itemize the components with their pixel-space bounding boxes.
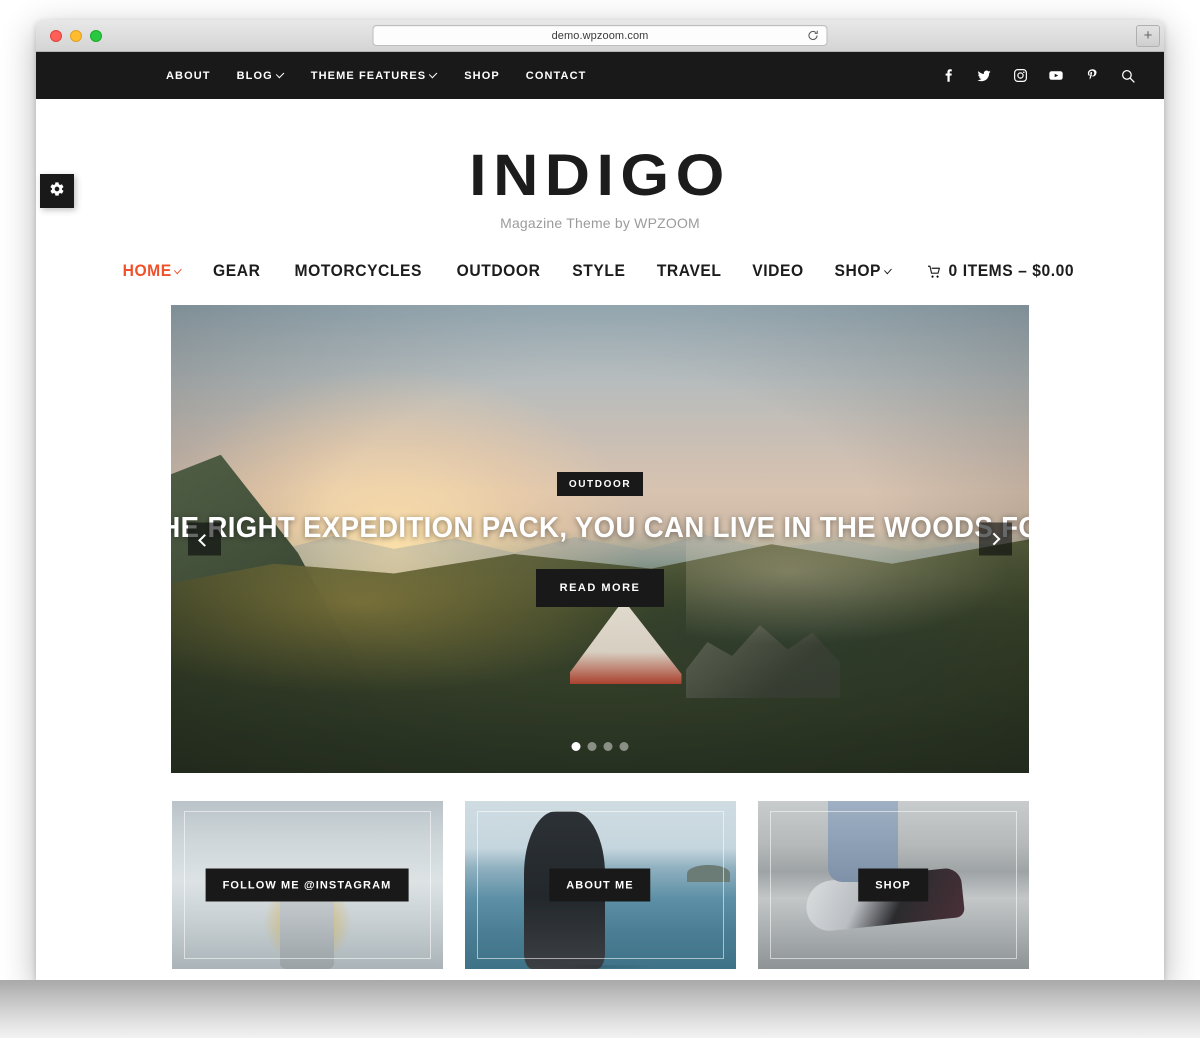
promo-about[interactable]: ABOUT ME bbox=[464, 801, 736, 969]
menu-item-style[interactable]: STYLE bbox=[572, 261, 625, 281]
pinterest-icon[interactable] bbox=[1084, 68, 1100, 84]
menu-item-gear[interactable]: GEAR bbox=[213, 261, 260, 281]
hero-category-badge[interactable]: OUTDOOR bbox=[556, 471, 644, 496]
menu-label: SHOP bbox=[834, 261, 882, 280]
chevron-down-icon bbox=[173, 265, 182, 274]
menu-item-video[interactable]: VIDEO bbox=[753, 261, 804, 281]
youtube-icon[interactable] bbox=[1048, 68, 1064, 84]
social-links bbox=[940, 68, 1136, 84]
topnav-item-contact[interactable]: CONTACT bbox=[526, 70, 587, 82]
menu-item-motorcycles[interactable]: MOTORCYCLES bbox=[294, 261, 421, 281]
search-icon[interactable] bbox=[1120, 68, 1136, 84]
chevron-down-icon bbox=[429, 69, 438, 79]
promo-shop[interactable]: SHOP bbox=[757, 801, 1029, 969]
menu-item-travel[interactable]: TRAVEL bbox=[657, 261, 722, 281]
topnav-label: CONTACT bbox=[525, 69, 587, 82]
main-navigation: HOME GEAR MOTORCYCLES OUTDOOR STYLE TRAV… bbox=[36, 237, 1164, 301]
menu-label: GEAR bbox=[213, 261, 261, 280]
new-tab-button[interactable]: + bbox=[1136, 25, 1160, 47]
slider-prev-button[interactable] bbox=[188, 522, 221, 556]
maximize-window-button[interactable] bbox=[90, 29, 102, 42]
read-more-button[interactable]: READ MORE bbox=[535, 568, 665, 607]
menu-label: VIDEO bbox=[752, 261, 804, 280]
slider-next-button[interactable] bbox=[979, 522, 1012, 556]
topnav-item-shop[interactable]: SHOP bbox=[464, 70, 500, 82]
theme-options-gear-button[interactable] bbox=[40, 174, 74, 208]
menu-label: OUTDOOR bbox=[456, 261, 541, 280]
topnav-label: ABOUT bbox=[166, 69, 211, 82]
menu-label: STYLE bbox=[572, 261, 626, 280]
site-tagline: Magazine Theme by WPZOOM bbox=[500, 215, 700, 231]
close-window-button[interactable] bbox=[50, 29, 62, 42]
menu-item-outdoor[interactable]: OUTDOOR bbox=[457, 261, 541, 281]
promo-boxes: FOLLOW ME @INSTAGRAM ABOUT ME SHOP bbox=[36, 801, 1164, 969]
slider-dot-3[interactable] bbox=[603, 742, 613, 751]
desk-surface bbox=[0, 980, 1200, 1038]
slider-dot-4[interactable] bbox=[619, 742, 629, 751]
chevron-left-icon bbox=[198, 534, 211, 547]
menu-item-shop[interactable]: SHOP bbox=[835, 261, 893, 281]
promo-label[interactable]: ABOUT ME bbox=[549, 868, 651, 902]
chevron-right-icon bbox=[987, 532, 1001, 546]
menu-item-home[interactable]: HOME bbox=[122, 261, 182, 281]
promo-instagram[interactable]: FOLLOW ME @INSTAGRAM bbox=[171, 801, 443, 969]
window-controls bbox=[50, 29, 102, 42]
menu-label: HOME bbox=[122, 261, 172, 280]
slider-pagination bbox=[571, 742, 629, 751]
topnav-item-theme-features[interactable]: THEME FEATURES bbox=[311, 70, 438, 82]
twitter-icon[interactable] bbox=[976, 68, 992, 84]
hero-slider: OUTDOOR WITH THE RIGHT EXPEDITION PACK, … bbox=[171, 305, 1029, 773]
topnav-label: BLOG bbox=[236, 69, 273, 82]
hero-caption: OUTDOOR WITH THE RIGHT EXPEDITION PACK, … bbox=[171, 305, 1029, 773]
menu-label: MOTORCYCLES bbox=[294, 261, 422, 280]
site-topbar: ABOUT BLOG THEME FEATURES SHOP CONTACT bbox=[36, 52, 1164, 99]
menu-label: TRAVEL bbox=[656, 261, 722, 280]
facebook-icon[interactable] bbox=[940, 68, 956, 84]
address-bar[interactable]: demo.wpzoom.com bbox=[372, 25, 828, 46]
top-navigation: ABOUT BLOG THEME FEATURES SHOP CONTACT bbox=[166, 70, 586, 82]
reload-icon[interactable] bbox=[807, 29, 820, 43]
promo-label[interactable]: FOLLOW ME @INSTAGRAM bbox=[205, 868, 409, 902]
address-bar-url: demo.wpzoom.com bbox=[551, 29, 649, 42]
page-scroll-hint bbox=[545, 965, 655, 968]
chevron-down-icon bbox=[275, 69, 285, 79]
site-branding: INDIGO Magazine Theme by WPZOOM bbox=[36, 99, 1164, 237]
gear-icon bbox=[49, 181, 65, 202]
hero-title[interactable]: WITH THE RIGHT EXPEDITION PACK, YOU CAN … bbox=[171, 512, 1029, 545]
minimize-window-button[interactable] bbox=[70, 29, 82, 42]
browser-titlebar: demo.wpzoom.com + bbox=[36, 20, 1164, 52]
promo-label[interactable]: SHOP bbox=[858, 868, 928, 902]
instagram-icon[interactable] bbox=[1012, 68, 1028, 84]
cart-link[interactable]: 0 ITEMS – $0.00 bbox=[927, 261, 1074, 281]
browser-window: demo.wpzoom.com + ABOUT BLOG THEME FEATU… bbox=[36, 20, 1164, 980]
slider-dot-2[interactable] bbox=[587, 742, 597, 751]
topnav-label: THEME FEATURES bbox=[310, 69, 427, 82]
chevron-down-icon bbox=[883, 265, 892, 274]
topnav-label: SHOP bbox=[464, 69, 500, 82]
page-viewport: ABOUT BLOG THEME FEATURES SHOP CONTACT I… bbox=[36, 52, 1164, 980]
cart-label: 0 ITEMS – $0.00 bbox=[948, 261, 1074, 280]
topnav-item-about[interactable]: ABOUT bbox=[166, 70, 211, 82]
slider-dot-1[interactable] bbox=[571, 742, 581, 751]
site-title[interactable]: INDIGO bbox=[36, 147, 1164, 205]
cart-icon bbox=[927, 264, 942, 278]
topnav-item-blog[interactable]: BLOG bbox=[237, 70, 285, 82]
